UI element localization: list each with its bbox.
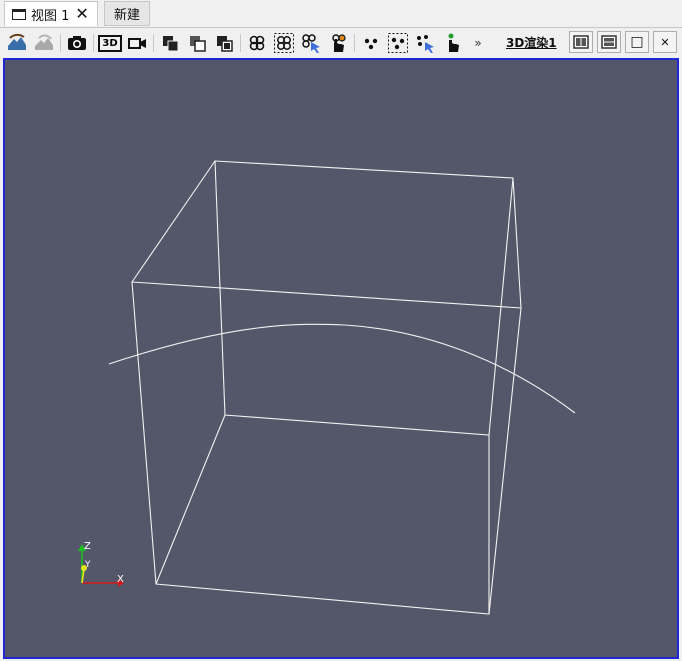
tab-bar: 视图 1 ✕ 新建 bbox=[0, 0, 682, 28]
select-cell-polygon-icon bbox=[249, 35, 265, 51]
camera-snapshot-button[interactable] bbox=[65, 31, 89, 55]
hover-points-icon bbox=[417, 35, 434, 53]
select-block-icon bbox=[217, 36, 233, 52]
box-edge bbox=[131, 160, 216, 283]
hover-cells-icon bbox=[302, 34, 320, 53]
select-cells-through-icon bbox=[190, 36, 206, 52]
toggle-3d-button[interactable]: 3D bbox=[98, 31, 122, 55]
hover-cells-button[interactable] bbox=[299, 31, 323, 55]
interactive-select-cells-button[interactable] bbox=[326, 31, 350, 55]
select-cells-on-button[interactable] bbox=[158, 31, 182, 55]
select-cells-on-icon bbox=[163, 36, 179, 52]
select-cell-polygon-button[interactable] bbox=[245, 31, 269, 55]
toolbar-separator bbox=[93, 34, 94, 52]
render-canvas: X Y Z bbox=[78, 160, 576, 615]
interactive-select-cells-icon bbox=[332, 34, 346, 52]
tab-view-1[interactable]: 视图 1 ✕ bbox=[4, 1, 98, 26]
split-vertical-icon bbox=[601, 35, 617, 49]
maximize-view-button[interactable]: □ bbox=[625, 31, 649, 53]
toggle-3d-text: 3D bbox=[102, 37, 118, 49]
x-axis-label: X bbox=[117, 574, 124, 585]
reset-camera-button[interactable] bbox=[5, 31, 29, 55]
camera-undo-button[interactable] bbox=[32, 31, 56, 55]
tab-new[interactable]: 新建 bbox=[104, 1, 150, 26]
tab-new-label: 新建 bbox=[113, 8, 140, 23]
close-view-button[interactable]: ✕ bbox=[653, 31, 677, 53]
y-axis-label: Y bbox=[84, 560, 91, 570]
overflow-icon: » bbox=[474, 36, 482, 50]
z-axis-label: Z bbox=[84, 541, 91, 552]
tab-view-1-label: 视图 1 bbox=[31, 8, 70, 24]
toolbar-separator bbox=[153, 34, 154, 52]
view-toolbar: 3D » 3D渲染1 □ ✕ bbox=[0, 28, 682, 58]
interactive-select-points-button[interactable] bbox=[440, 31, 464, 55]
camera-undo-icon bbox=[35, 34, 53, 50]
select-cells-frustum-icon bbox=[274, 33, 294, 53]
render-viewport[interactable]: X Y Z bbox=[3, 58, 679, 659]
split-horizontal-icon bbox=[573, 35, 589, 49]
close-tab-icon[interactable]: ✕ bbox=[75, 6, 88, 22]
box-edge bbox=[512, 177, 522, 309]
select-cells-frustum-button[interactable] bbox=[272, 31, 296, 55]
split-horizontal-button[interactable] bbox=[569, 31, 593, 53]
box-edge bbox=[155, 414, 226, 585]
hover-points-button[interactable] bbox=[413, 31, 437, 55]
toolbar-separator bbox=[354, 34, 355, 52]
close-view-icon: ✕ bbox=[660, 35, 670, 49]
select-block-button[interactable] bbox=[212, 31, 236, 55]
select-points-frustum-icon bbox=[388, 33, 408, 53]
box-front-face bbox=[131, 281, 522, 615]
select-points-frustum-button[interactable] bbox=[386, 31, 410, 55]
window-icon bbox=[12, 8, 26, 20]
wireframe-box bbox=[131, 160, 522, 615]
maximize-icon: □ bbox=[630, 34, 644, 50]
video-camera-button[interactable] bbox=[125, 31, 149, 55]
toggle-3d-icon: 3D bbox=[98, 34, 122, 52]
reset-camera-icon bbox=[8, 33, 26, 50]
select-points-on-icon bbox=[364, 38, 378, 50]
split-vertical-button[interactable] bbox=[597, 31, 621, 53]
video-camera-icon bbox=[128, 38, 146, 49]
view-name-label[interactable]: 3D渲染1 bbox=[506, 34, 557, 51]
camera-snapshot-icon bbox=[68, 36, 86, 50]
interactive-select-points-icon bbox=[448, 33, 459, 52]
curve-line bbox=[108, 323, 576, 414]
toolbar-separator bbox=[60, 34, 61, 52]
toolbar-separator bbox=[240, 34, 241, 52]
orientation-axes: X Y Z bbox=[78, 541, 124, 587]
select-cells-through-button[interactable] bbox=[185, 31, 209, 55]
select-points-on-button[interactable] bbox=[359, 31, 383, 55]
toolbar-overflow-button[interactable]: » bbox=[466, 31, 490, 55]
